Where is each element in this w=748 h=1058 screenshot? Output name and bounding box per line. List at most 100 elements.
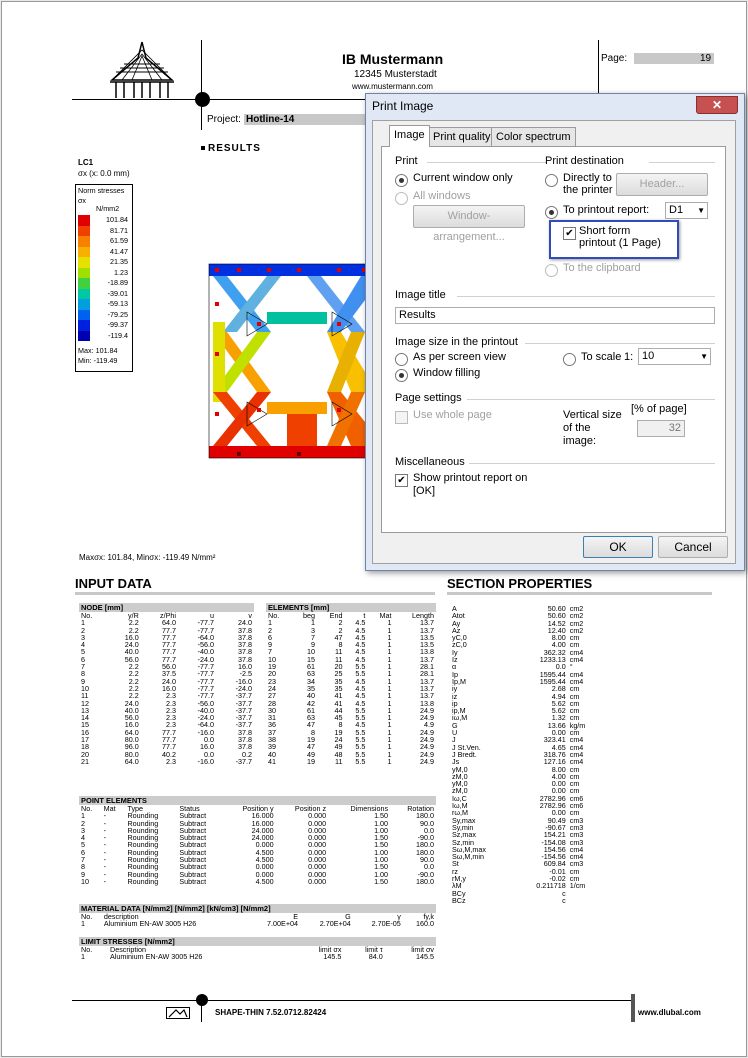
table-header-row: No. beg End t Mat Length [266,612,436,620]
header-divider [201,40,202,130]
footer-web: www.dlubal.com [638,1008,701,1017]
use-whole-page-checkbox[interactable] [395,411,408,424]
close-icon[interactable]: ✕ [696,96,738,114]
section-properties-title: SECTION PROPERTIES [447,576,593,591]
legend-min: Min: -119.49 [78,356,118,365]
destination-group-label: Print destination [545,155,624,167]
legend-value: -59.13 [107,299,128,308]
legend-row: -119.4 [78,330,130,341]
screen-view-radio[interactable] [395,353,408,366]
legend-swatch [78,309,90,320]
table-cell: 145.5 [416,952,434,962]
legend-row: 101.84 [78,215,130,226]
print-image-dialog: Print Image ✕ Image Print quality Color … [365,93,745,571]
vertical-size-input[interactable]: 32 [637,420,685,437]
table-cell [568,890,600,897]
to-scale-radio[interactable] [563,353,576,366]
table-cell: 19 [306,756,315,766]
legend-swatch [78,288,90,299]
input-data-title: INPUT DATA [75,576,152,591]
current-window-radio[interactable] [395,174,408,187]
footer-program: SHAPE-THIN 7.52.0712.82424 [215,1008,327,1017]
legend-row: 1.23 [78,267,130,278]
legend-swatch [78,246,90,257]
table-cell: 41 [268,756,276,766]
print-group-line [427,162,547,163]
table-cell: U [452,728,458,738]
point-elements-table: POINT ELEMENTS No. Mat Type Status Position … [79,796,436,885]
image-title-group-label: Image title [395,289,446,301]
legend-swatch [78,257,90,268]
misc-group-line [469,463,715,464]
show-report-checkbox[interactable]: ✔ [395,474,408,487]
table-row: 7 10 11 4.5 1 13.8 [266,648,436,656]
printout-report-radio[interactable] [545,206,558,219]
table-cell: 145.5 [323,952,342,962]
image-title-group-line [457,296,715,297]
table-cell: 7.00E+04 [267,919,299,929]
vertical-size-unit: [% of page] [631,403,687,415]
table-row: 39 47 49 5.5 1 24.9 [266,743,436,751]
table-row: BCz c [450,895,600,905]
tab-image[interactable]: Image [389,125,430,147]
table-cell: G [452,720,458,730]
report-select[interactable]: D1 ▼ [665,202,708,219]
table-cell: 84.0 [368,952,383,962]
clipboard-label: To the clipboard [563,262,641,274]
section-properties-table: A 50.60 cm2 Atot 50.60 cm2 Ay 14.52 cm2 Az 12.40 cm… [450,605,600,904]
table-cell: Iz [452,655,458,665]
element-table: ELEMENTS [mm] No. beg End t Mat Length 1 1 2 4.5 1… [266,603,436,765]
company-name: IB Mustermann [342,51,444,67]
legend-value: -79.25 [107,309,128,319]
clipboard-radio[interactable] [545,264,558,277]
screen-view-label: As per screen view [413,351,506,363]
tab-print-quality[interactable]: Print quality [428,127,496,146]
table-cell: 180.0 [416,876,434,886]
table-row: 38 19 24 5.5 1 24.9 [266,736,436,744]
chevron-down-icon: ▼ [697,206,705,215]
short-form-checkbox[interactable]: ✔ [563,227,576,240]
table-row: 28 42 41 4.5 1 13.8 [266,699,436,707]
footer-dot [196,994,208,1006]
legend-row: -39.01 [78,288,130,299]
table-row: 1 Aluminium EN-AW 3005 H26 145.5 84.0 145.5 [79,952,436,962]
table-row: 9 9 8 4.5 1 13.5 [266,641,436,649]
table-cell: Aluminium EN-AW 3005 H26 [103,919,197,929]
legend-value: -99.37 [107,320,128,329]
image-title-input[interactable]: Results [395,307,715,324]
scale-select[interactable]: 10 ▼ [638,348,711,365]
table-cell: 10 [81,876,89,886]
to-scale-label: To scale [581,351,622,363]
material-table: MATERIAL DATA [N/mm2] [N/mm2] [kN/cm3] [… [79,904,436,928]
tab-color-spectrum[interactable]: Color spectrum [491,127,576,146]
table-cell: 0.211718 [536,881,566,891]
cancel-button[interactable]: Cancel [658,536,728,558]
window-filling-radio[interactable] [395,369,408,382]
legend-row: 61.59 [78,236,130,247]
window-arrangement-button[interactable]: Window-arrangement... [413,205,525,243]
table-row: 27 40 41 4.5 1 13.7 [266,692,436,700]
table-row: 6 7 47 4.5 1 13.5 [266,634,436,642]
table-row: 1 Aluminium EN-AW 3005 H26 7.00E+04 2.70E+0… [79,919,436,929]
ok-button[interactable]: OK [583,536,653,558]
table-cell: BCz [452,895,466,905]
current-window-label: Current window only [413,172,513,184]
header-button[interactable]: Header... [616,173,708,196]
table-cell: -16.0 [197,756,214,766]
direct-printer-label: Directly to the printer [563,172,613,196]
project-name: Hotline-14 [246,114,295,125]
size-group-label: Image size in the printout [395,336,518,348]
table-cell: 1 [81,952,85,962]
legend-value: 81.71 [110,225,128,235]
all-windows-radio[interactable] [395,192,408,205]
legend-row: 81.71 [78,225,130,236]
legend-swatch [78,278,90,289]
direct-printer-radio[interactable] [545,174,558,187]
table-cell: 21 [81,756,89,766]
table-cell [568,897,600,904]
legend-swatch [78,299,90,310]
use-whole-page-label: Use whole page [413,409,492,421]
stress-location: σx (x: 0.0 mm) [78,169,130,178]
legend-box: Norm stresses σx N/mm2 101.84 81.71 61.59 4… [75,184,133,372]
dialog-body: Image Print quality Color spectrum Print… [372,120,736,564]
